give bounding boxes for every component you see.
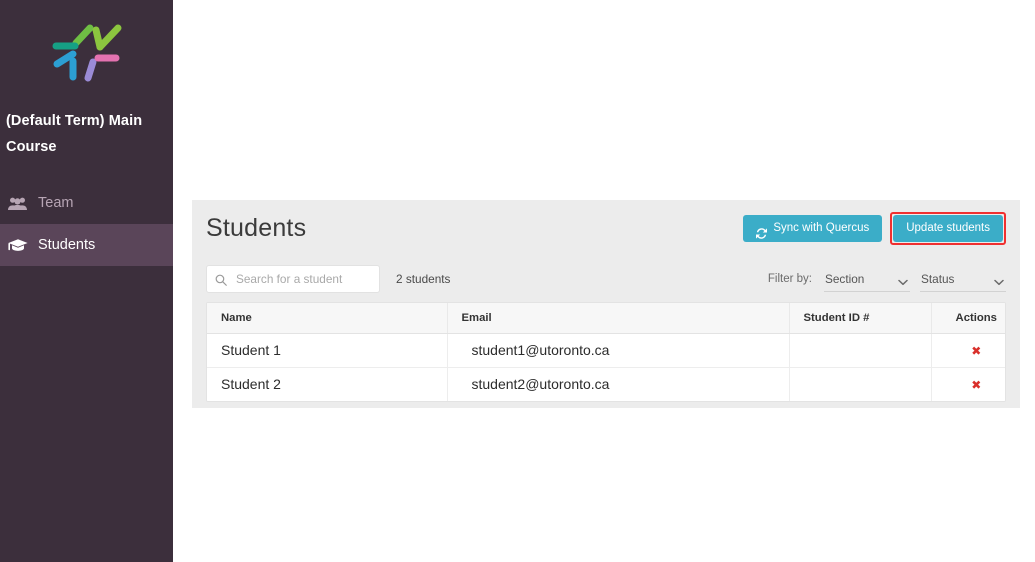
- cell-student-id: [789, 367, 932, 401]
- table-head: Name Email Student ID # Actions: [207, 303, 1005, 334]
- sync-button-label: Sync with Quercus: [773, 222, 870, 234]
- cell-student-id: [789, 333, 932, 368]
- filter-by-label: Filter by:: [767, 273, 812, 285]
- delete-x-icon[interactable]: ✖: [971, 345, 981, 357]
- update-students-button[interactable]: Update students: [893, 215, 1003, 242]
- sidebar-item-label-team: Team: [38, 195, 74, 211]
- table-row[interactable]: Student 2 student2@utoronto.ca ✖: [207, 367, 1005, 401]
- delete-x-icon[interactable]: ✖: [971, 379, 981, 391]
- search-input[interactable]: [234, 271, 371, 287]
- search-icon: [215, 273, 227, 286]
- sync-refresh-icon: [756, 223, 768, 239]
- column-header-name[interactable]: Name: [207, 303, 448, 334]
- search-box[interactable]: [206, 265, 380, 293]
- update-button-label: Update students: [906, 222, 990, 234]
- table-header-row: Name Email Student ID # Actions: [207, 303, 1005, 334]
- students-table: Name Email Student ID # Actions Student …: [207, 303, 1005, 401]
- student-count-label: 2 students: [396, 272, 451, 286]
- column-header-email[interactable]: Email: [447, 303, 790, 334]
- card-header: Students Sync with Quercus Update studen…: [192, 200, 1020, 256]
- graduation-cap-icon: [8, 236, 32, 254]
- section-filter-value: Section: [825, 271, 865, 286]
- sidebar-item-team[interactable]: Team: [0, 182, 173, 224]
- filter-row: 2 students Filter by: Section Status: [192, 256, 1020, 302]
- cell-email: student2@utoronto.ca: [447, 367, 790, 401]
- section-filter-select[interactable]: Section: [824, 266, 910, 292]
- sync-with-quercus-button[interactable]: Sync with Quercus: [743, 215, 883, 242]
- logo-container: [0, 0, 173, 100]
- chevron-down-icon: [994, 275, 1004, 286]
- chevron-down-icon: [898, 275, 908, 286]
- sidebar-nav: Team Students: [0, 182, 173, 266]
- column-header-actions: Actions: [931, 303, 1005, 334]
- cell-actions: ✖: [931, 333, 1005, 368]
- column-header-student-id[interactable]: Student ID #: [789, 303, 932, 334]
- cell-name: Student 2: [207, 367, 448, 401]
- table-body: Student 1 student1@utoronto.ca ✖ Student…: [207, 333, 1005, 401]
- sidebar: (Default Term) Main Course Team Students: [0, 0, 173, 562]
- markus-burst-logo: [52, 24, 121, 82]
- page-title: Students: [206, 213, 307, 242]
- filter-controls: Filter by: Section Status: [768, 256, 1006, 302]
- course-title: (Default Term) Main Course: [6, 113, 143, 155]
- header-actions: Sync with Quercus Update students: [743, 212, 1006, 245]
- cell-email: student1@utoronto.ca: [447, 333, 790, 368]
- cell-actions: ✖: [931, 367, 1005, 401]
- status-filter-value: Status: [921, 271, 955, 286]
- users-group-icon: [8, 194, 32, 212]
- students-table-container: Name Email Student ID # Actions Student …: [206, 302, 1006, 402]
- cell-name: Student 1: [207, 333, 448, 368]
- sidebar-item-students[interactable]: Students: [0, 224, 173, 266]
- students-card: Students Sync with Quercus Update studen…: [192, 200, 1020, 408]
- update-students-highlight: Update students: [890, 212, 1006, 245]
- app-root: (Default Term) Main Course Team Students…: [0, 0, 1035, 562]
- status-filter-select[interactable]: Status: [920, 266, 1006, 292]
- table-row[interactable]: Student 1 student1@utoronto.ca ✖: [207, 333, 1005, 368]
- sidebar-item-label-students: Students: [38, 237, 96, 253]
